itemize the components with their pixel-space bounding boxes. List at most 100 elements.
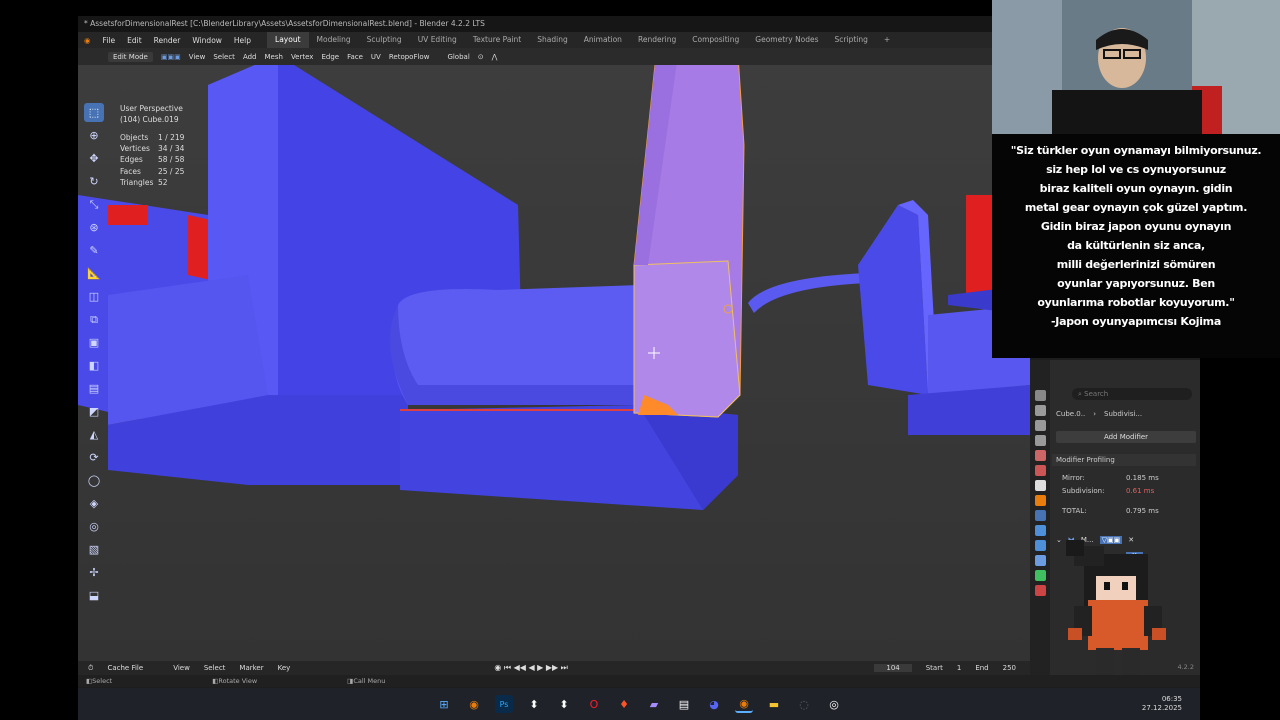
tool-tab-icon[interactable] [1034,390,1046,401]
snap-icon[interactable]: ⊙ [478,53,484,61]
scale-icon[interactable]: ⤡ [84,195,104,214]
view-layer-tab-icon[interactable] [1034,435,1046,446]
retopoflow-button[interactable]: RetopoFlow [389,53,430,61]
blender-taskbar-icon[interactable]: ◉ [735,695,753,713]
menu-add[interactable]: Add [243,53,257,61]
collection-tab-icon[interactable] [1034,480,1046,491]
rotate-icon[interactable]: ↻ [84,172,104,191]
shear-icon[interactable]: ▧ [84,540,104,559]
app-icon[interactable]: ⬍ [525,695,543,713]
measure-icon[interactable]: 📐 [84,264,104,283]
scene-tab-icon[interactable] [1034,450,1046,461]
menu-render[interactable]: Render [148,36,187,45]
discord-icon[interactable]: ◕ [705,695,723,713]
bevel-icon[interactable]: ◧ [84,356,104,375]
select-mode-icons[interactable]: ▣▣▣ [161,53,181,61]
workspace-tab-scripting[interactable]: Scripting [827,32,876,48]
blender-taskbar-icon[interactable]: ◉ [465,695,483,713]
material-tab-icon[interactable] [1034,585,1046,596]
data-tab-icon[interactable] [1034,570,1046,581]
proportional-icon[interactable]: ⋀ [492,53,498,61]
capcut-icon[interactable]: ▤ [675,695,693,713]
mode-dropdown[interactable]: Edit Mode [108,51,153,62]
workspace-tab-shading[interactable]: Shading [529,32,575,48]
current-frame-field[interactable]: 104 [874,664,912,672]
add-cube-icon[interactable]: ◫ [84,287,104,306]
start-frame-field[interactable]: 1 [957,664,961,672]
screen: * AssetsforDimensionalRest [C:\BlenderLi… [0,0,1280,720]
menu-vertex[interactable]: Vertex [291,53,314,61]
cache-file-dropdown[interactable]: Cache File [107,664,143,672]
particles-tab-icon[interactable] [1034,525,1046,536]
windows-start-icon[interactable]: ⊞ [435,695,453,713]
menu-window[interactable]: Window [186,36,228,45]
modifier-tab-icon[interactable] [1034,510,1046,521]
app-icon[interactable]: ⬍ [555,695,573,713]
timeline-menu-key[interactable]: Key [278,664,291,672]
menu-help[interactable]: Help [228,36,257,45]
loop-cut-icon[interactable]: ▤ [84,379,104,398]
transform-icon[interactable]: ⊛ [84,218,104,237]
profiling-header[interactable]: Modifier Profiling [1052,454,1196,466]
menu-face[interactable]: Face [347,53,363,61]
edge-slide-icon[interactable]: ◈ [84,494,104,513]
world-tab-icon[interactable] [1034,465,1046,476]
menu-edge[interactable]: Edge [321,53,339,61]
add-workspace-icon[interactable]: + [876,32,898,48]
extrude-icon[interactable]: ⧉ [84,310,104,329]
menu-file[interactable]: File [97,36,122,45]
workspace-tab-uv-editing[interactable]: UV Editing [410,32,465,48]
timeline-menu-view[interactable]: View [173,664,190,672]
move-icon[interactable]: ✥ [84,149,104,168]
playback-controls[interactable]: ◉ ⏮ ◀◀ ◀ ▶ ▶▶ ⏭ [494,663,568,673]
total-label: TOTAL: [1062,507,1087,515]
cursor-icon[interactable]: ⊕ [84,126,104,145]
spin-icon[interactable]: ⟳ [84,448,104,467]
poly-build-icon[interactable]: ◭ [84,425,104,444]
end-frame-field[interactable]: 250 [1003,664,1016,672]
opera-icon[interactable]: O [585,695,603,713]
workspace-tab-layout[interactable]: Layout [267,32,309,48]
knife-icon[interactable]: ◩ [84,402,104,421]
eraser-icon[interactable]: ⬓ [84,586,104,605]
workspace-tab-modeling[interactable]: Modeling [309,32,359,48]
app-icon[interactable]: ◌ [795,695,813,713]
menu-select[interactable]: Select [213,53,235,61]
workspace-tab-animation[interactable]: Animation [576,32,630,48]
workspace-tab-texture-paint[interactable]: Texture Paint [465,32,529,48]
brave-icon[interactable]: ♦ [615,695,633,713]
app-icon[interactable]: ▰ [645,695,663,713]
timeline-menu-marker[interactable]: Marker [239,664,263,672]
obs-icon[interactable]: ◎ [825,695,843,713]
workspace-tab-compositing[interactable]: Compositing [684,32,747,48]
output-tab-icon[interactable] [1034,420,1046,431]
modifier-breadcrumb: Cube.0.. › Subdivisi... [1056,410,1142,418]
search-field[interactable]: ⌕ Search [1072,388,1192,400]
photoshop-icon[interactable]: Ps [495,695,513,713]
menu-uv[interactable]: UV [371,53,381,61]
orientation-dropdown[interactable]: Global [447,53,469,61]
constraints-tab-icon[interactable] [1034,555,1046,566]
smooth-icon[interactable]: ◯ [84,471,104,490]
menu-mesh[interactable]: Mesh [265,53,283,61]
editor-type-icon[interactable]: ⏱ [88,664,93,673]
menu-edit[interactable]: Edit [121,36,148,45]
rip-icon[interactable]: ✢ [84,563,104,582]
render-tab-icon[interactable] [1034,405,1046,416]
3d-viewport[interactable]: ⬚ ⊕ ✥ ↻ ⤡ ⊛ ✎ 📐 ◫ ⧉ ▣ ◧ ▤ ◩ ◭ ⟳ ◯ ◈ ◎ ▧ [78,65,1030,661]
inset-icon[interactable]: ▣ [84,333,104,352]
blender-logo-icon[interactable]: ◉ [78,36,97,45]
object-tab-icon[interactable] [1034,495,1046,506]
physics-tab-icon[interactable] [1034,540,1046,551]
shrink-icon[interactable]: ◎ [84,517,104,536]
annotate-icon[interactable]: ✎ [84,241,104,260]
workspace-tab-rendering[interactable]: Rendering [630,32,684,48]
add-modifier-button[interactable]: Add Modifier [1056,431,1196,443]
workspace-tab-sculpting[interactable]: Sculpting [359,32,410,48]
system-clock[interactable]: 06:35 27.12.2025 [1142,695,1182,713]
menu-view[interactable]: View [189,53,206,61]
workspace-tab-geometry-nodes[interactable]: Geometry Nodes [747,32,826,48]
select-box-icon[interactable]: ⬚ [84,103,104,122]
timeline-menu-select[interactable]: Select [204,664,226,672]
folder-icon[interactable]: ▬ [765,695,783,713]
